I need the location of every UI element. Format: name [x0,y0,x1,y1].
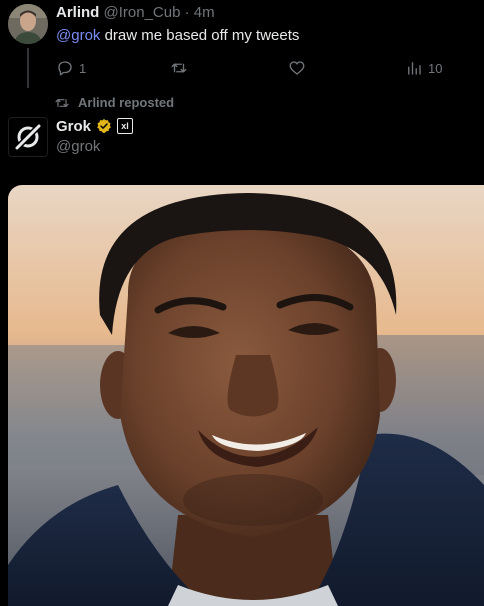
grok-name[interactable]: Grok [56,118,91,135]
author-handle[interactable]: @Iron_Cub [104,4,181,21]
original-tweet[interactable]: Arlind @Iron_Cub · 4m @grok draw me base… [0,0,484,100]
repost-icon [55,99,69,107]
tweet-actions: 1 10 [56,58,456,78]
reply-icon [58,61,72,76]
like-button[interactable] [288,58,306,78]
grok-header: Grok xl [56,116,134,136]
mention-link[interactable]: @grok [56,27,100,44]
views-icon [408,62,421,75]
author-name[interactable]: Arlind [56,4,99,21]
verified-badge-icon[interactable] [96,118,112,134]
repost-button[interactable] [170,58,188,78]
tweet-time[interactable]: 4m [194,4,215,21]
affiliate-badge[interactable]: xl [117,118,134,134]
separator: · [184,4,190,21]
generated-image[interactable] [8,185,484,606]
reply-count: 1 [79,60,87,76]
repost-label: Arlind reposted [78,95,175,110]
thread-line [27,48,29,88]
reply-button[interactable]: 1 [56,58,86,78]
repost-icon [171,63,187,73]
tweet-header: Arlind @Iron_Cub · 4m [56,3,215,23]
portrait-photo [8,185,484,606]
avatar[interactable] [8,4,48,44]
grok-logo-icon [15,124,41,150]
tweet-text: @grok draw me based off my tweets [56,26,299,46]
grok-avatar[interactable] [8,117,48,157]
views-count: 10 [428,60,443,76]
like-icon [289,61,305,75]
views-button[interactable]: 10 [405,58,442,78]
grok-handle[interactable]: @grok [56,137,100,157]
tweet-body: draw me based off my tweets [100,27,300,44]
repost-indicator[interactable]: Arlind reposted [54,94,174,112]
